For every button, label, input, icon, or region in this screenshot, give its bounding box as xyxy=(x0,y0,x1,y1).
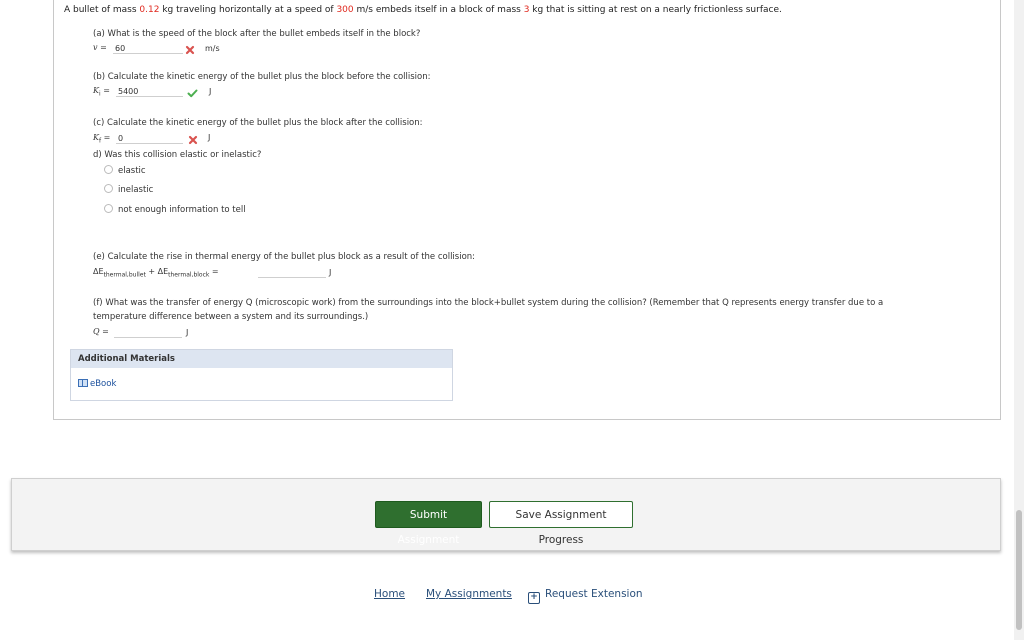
term-subscript: thermal,bullet xyxy=(103,271,146,279)
term-subscript: thermal,block xyxy=(168,271,210,279)
part-f-answer-input[interactable] xyxy=(114,327,182,338)
part-e-answer-label: ΔEthermal,bullet + ΔEthermal,block = xyxy=(93,267,219,279)
radio-button[interactable] xyxy=(104,184,113,193)
delta-e-term: ΔE xyxy=(157,267,169,276)
part-c-unit: J xyxy=(208,133,211,142)
scrollbar-thumb[interactable] xyxy=(1016,510,1022,630)
part-c-answer-input[interactable]: 0 xyxy=(116,133,183,144)
delta-e-term: ΔE xyxy=(93,267,104,276)
question-container: A bullet of mass 0.12 kg traveling horiz… xyxy=(53,0,1001,420)
submit-assignment-button[interactable]: Submit Assignment xyxy=(375,501,482,546)
part-f-prompt-line1: (f) What was the transfer of energy Q (m… xyxy=(93,298,884,308)
option-not-enough-info[interactable]: not enough information to tell xyxy=(104,204,246,215)
stem-text: kg that is sitting at rest on a nearly f… xyxy=(529,5,782,15)
home-link[interactable]: Home xyxy=(374,588,405,600)
calendar-plus-icon: + xyxy=(528,592,540,604)
equals-sign: = xyxy=(101,133,111,142)
request-extension-link[interactable]: + Request Extension xyxy=(528,588,643,604)
part-c-prompt: (c) Calculate the kinetic energy of the … xyxy=(93,118,423,128)
part-b-answer-input[interactable]: 5400 xyxy=(116,86,183,97)
option-inelastic[interactable]: inelastic xyxy=(104,184,153,195)
ebook-link[interactable]: eBook xyxy=(78,379,116,389)
part-d-prompt: d) Was this collision elastic or inelast… xyxy=(93,150,262,160)
part-a-unit: m/s xyxy=(205,44,220,53)
plus-sign: + xyxy=(145,267,158,276)
book-icon xyxy=(78,379,88,387)
part-e-prompt: (e) Calculate the rise in thermal energy… xyxy=(93,252,476,262)
correct-check-icon xyxy=(187,89,198,98)
radio-button[interactable] xyxy=(104,165,113,174)
option-label: elastic xyxy=(118,166,146,176)
save-progress-button[interactable]: Save Assignment Progress xyxy=(489,501,633,546)
part-f-unit: J xyxy=(186,328,189,337)
request-extension-label[interactable]: Request Extension xyxy=(545,588,643,600)
part-e-answer-input[interactable] xyxy=(258,267,326,278)
stem-text: m/s embeds itself in a block of mass xyxy=(353,5,524,15)
part-b-unit: J xyxy=(209,87,212,96)
part-f-answer-label: Q = xyxy=(93,327,109,336)
assignment-actions-bar: Submit Assignment Save Assignment Progre… xyxy=(11,478,1001,551)
part-c-answer-label: Kf = xyxy=(93,133,110,145)
additional-materials-title: Additional Materials xyxy=(71,350,452,368)
incorrect-x-icon xyxy=(188,135,198,145)
stem-text: kg traveling horizontally at a speed of xyxy=(159,5,337,15)
part-a-prompt: (a) What is the speed of the block after… xyxy=(93,29,421,39)
part-f-prompt-line2: temperature difference between a system … xyxy=(93,312,369,322)
part-b-answer-label: Ki = xyxy=(93,86,110,98)
equals-sign: = xyxy=(209,267,219,276)
part-e-unit: J xyxy=(329,268,332,277)
question-stem: A bullet of mass 0.12 kg traveling horiz… xyxy=(64,5,782,15)
option-elastic[interactable]: elastic xyxy=(104,165,146,176)
part-b-prompt: (b) Calculate the kinetic energy of the … xyxy=(93,72,431,82)
my-assignments-link[interactable]: My Assignments xyxy=(426,588,512,600)
option-label: not enough information to tell xyxy=(118,205,246,215)
equals-sign: = xyxy=(97,43,107,52)
ebook-label[interactable]: eBook xyxy=(90,379,116,389)
bullet-speed-value: 300 xyxy=(336,5,354,15)
additional-materials-panel: Additional Materials eBook xyxy=(70,349,453,401)
part-a-answer-label: v = xyxy=(93,43,107,52)
radio-button[interactable] xyxy=(104,204,113,213)
part-a-answer-input[interactable]: 60 xyxy=(113,43,183,54)
option-label: inelastic xyxy=(118,185,154,195)
equals-sign: = xyxy=(100,86,110,95)
bullet-mass-value: 0.12 xyxy=(139,5,160,15)
incorrect-x-icon xyxy=(185,45,195,55)
stem-text: A bullet of mass xyxy=(64,5,140,15)
equals-sign: = xyxy=(99,327,109,336)
